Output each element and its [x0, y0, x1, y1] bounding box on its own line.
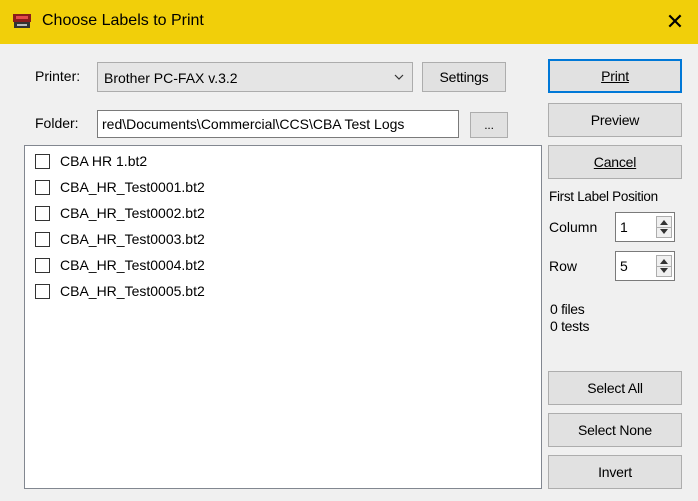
file-checkbox[interactable] — [35, 257, 50, 273]
settings-button[interactable]: Settings — [422, 62, 506, 92]
list-item[interactable]: CBA HR 1.bt2 — [35, 150, 147, 172]
row-value: 5 — [620, 258, 628, 274]
file-checkbox[interactable] — [35, 283, 50, 299]
folder-label: Folder: — [35, 115, 79, 131]
summary-counts: 0 files 0 tests — [550, 301, 589, 335]
row-label: Row — [549, 258, 578, 274]
folder-path-input[interactable] — [98, 111, 458, 137]
window-title: Choose Labels to Print — [42, 12, 204, 29]
cancel-button-label: Cancel — [593, 154, 637, 170]
printer-select[interactable]: Brother PC-FAX v.3.2 — [97, 62, 413, 92]
printer-label: Printer: — [35, 68, 81, 84]
file-name: CBA_HR_Test0003.bt2 — [60, 231, 205, 247]
invert-button[interactable]: Invert — [548, 455, 682, 489]
list-item[interactable]: CBA_HR_Test0003.bt2 — [35, 228, 205, 250]
spin-arrows-icon[interactable] — [656, 216, 672, 238]
preview-button[interactable]: Preview — [548, 103, 682, 137]
file-name: CBA_HR_Test0001.bt2 — [60, 179, 205, 195]
file-checkbox[interactable] — [35, 179, 50, 195]
list-item[interactable]: CBA_HR_Test0002.bt2 — [35, 202, 205, 224]
list-item[interactable]: CBA_HR_Test0004.bt2 — [35, 254, 205, 276]
spin-arrows-icon[interactable] — [656, 255, 672, 277]
print-button-label: Print — [601, 68, 629, 84]
column-stepper[interactable]: 1 — [615, 212, 675, 242]
print-button[interactable]: Print — [548, 59, 682, 93]
label-printer-icon — [13, 14, 31, 28]
file-checkbox[interactable] — [35, 205, 50, 221]
file-name: CBA_HR_Test0005.bt2 — [60, 283, 205, 299]
file-checkbox[interactable] — [35, 231, 50, 247]
file-checkbox[interactable] — [35, 153, 50, 169]
column-label: Column — [549, 219, 598, 235]
file-name: CBA HR 1.bt2 — [60, 153, 148, 169]
select-none-button[interactable]: Select None — [548, 413, 682, 447]
title-bar: Choose Labels to Print ✕ — [0, 0, 698, 44]
printer-select-value: Brother PC-FAX v.3.2 — [104, 70, 238, 86]
select-all-button[interactable]: Select All — [548, 371, 682, 405]
browse-folder-button[interactable]: ... — [470, 112, 508, 138]
cancel-button[interactable]: Cancel — [548, 145, 682, 179]
list-item[interactable]: CBA_HR_Test0005.bt2 — [35, 280, 205, 302]
file-name: CBA_HR_Test0004.bt2 — [60, 257, 205, 273]
chevron-down-icon — [394, 74, 404, 80]
file-name: CBA_HR_Test0002.bt2 — [60, 205, 205, 221]
folder-path-field[interactable] — [97, 110, 459, 138]
column-value: 1 — [620, 219, 628, 235]
row-stepper[interactable]: 5 — [615, 251, 675, 281]
test-count: 0 tests — [550, 318, 590, 334]
list-item[interactable]: CBA_HR_Test0001.bt2 — [35, 176, 205, 198]
first-label-position-heading: First Label Position — [549, 189, 658, 204]
file-list[interactable]: CBA HR 1.bt2 CBA_HR_Test0001.bt2 CBA_HR_… — [24, 145, 542, 489]
file-count: 0 files — [550, 301, 585, 317]
close-icon[interactable]: ✕ — [652, 0, 698, 44]
